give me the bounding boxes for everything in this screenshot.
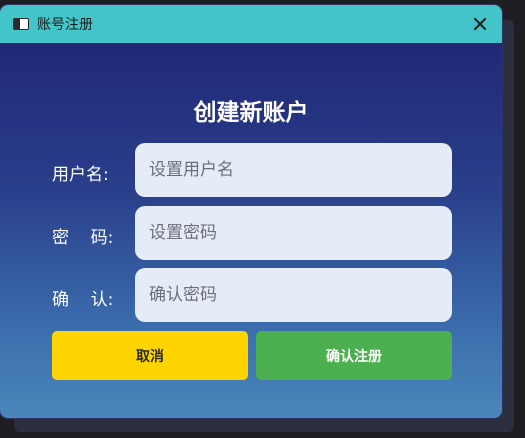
password-label: 密 码: xyxy=(52,228,114,248)
confirm-password-input[interactable] xyxy=(135,268,452,322)
close-icon[interactable] xyxy=(470,14,490,34)
confirm-register-button[interactable]: 确认注册 xyxy=(256,331,452,380)
form-heading: 创建新账户 xyxy=(193,100,309,126)
register-dialog: 账号注册 创建新账户 用户名: 密 码: 确 认: 取消 确认注册 xyxy=(0,5,502,418)
username-input[interactable] xyxy=(135,143,452,197)
username-label: 用户名: xyxy=(52,165,109,185)
window-title: 账号注册 xyxy=(37,17,93,33)
title-bar[interactable]: 账号注册 xyxy=(0,5,502,43)
confirm-password-label: 确 认: xyxy=(52,290,114,310)
window-icon xyxy=(13,18,29,30)
cancel-button[interactable]: 取消 xyxy=(52,331,248,380)
password-input[interactable] xyxy=(135,206,452,260)
